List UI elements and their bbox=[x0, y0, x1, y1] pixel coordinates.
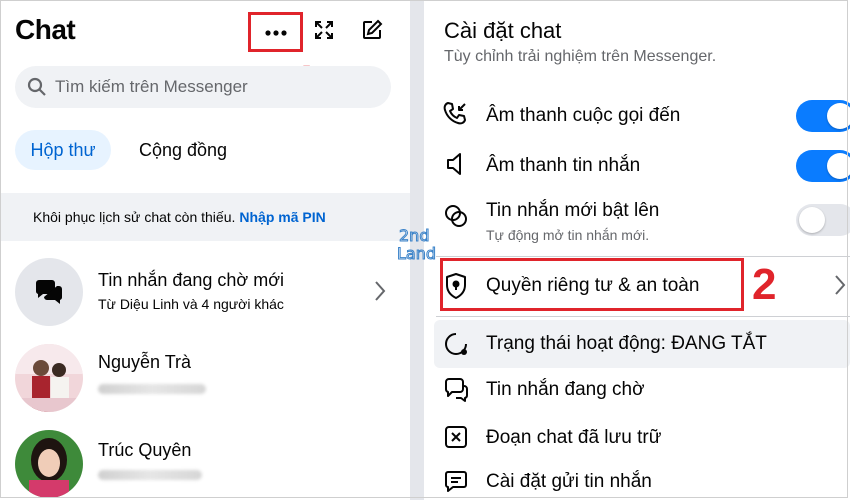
setting-label: Âm thanh cuộc gọi đến bbox=[486, 105, 681, 126]
setting-label: Cài đặt gửi tin nhắn bbox=[486, 471, 652, 492]
compose-button[interactable] bbox=[354, 14, 390, 50]
chevron-right-icon bbox=[374, 280, 386, 307]
message-sound-toggle[interactable] bbox=[796, 150, 850, 182]
restore-history-banner: Khôi phục lịch sử chat còn thiếu. Nhập m… bbox=[0, 193, 410, 241]
conversation-nguyen-tra[interactable]: Nguyễn Trà bbox=[0, 342, 410, 414]
avatar bbox=[15, 344, 83, 412]
tab-inbox[interactable]: Hộp thư bbox=[15, 130, 111, 170]
search-bar[interactable]: Tìm kiếm trên Messenger bbox=[15, 66, 391, 108]
chevron-right-icon bbox=[834, 274, 846, 301]
settings-subtitle: Tùy chỉnh trải nghiệm trên Messenger. bbox=[444, 48, 717, 65]
incoming-call-icon bbox=[442, 100, 470, 128]
enter-pin-link[interactable]: Nhập mã PIN bbox=[239, 209, 325, 225]
2ndland-watermark-logo: 2nd Land bbox=[396, 224, 452, 264]
conversation-name: Tin nhắn đang chờ mới bbox=[98, 270, 285, 290]
tab-communities[interactable]: Cộng đồng bbox=[123, 130, 243, 170]
status-icon bbox=[442, 330, 470, 358]
more-button-highlight bbox=[248, 12, 303, 52]
setting-message-requests[interactable]: Tin nhắn đang chờ bbox=[424, 370, 850, 410]
archive-icon bbox=[442, 423, 470, 451]
chat-list-panel: Chat 1 Tìm kiếm trên Messenger Hộp thư C… bbox=[0, 0, 410, 500]
restore-text: Khôi phục lịch sử chat còn thiếu. bbox=[33, 209, 236, 225]
chat-title: Chat bbox=[15, 14, 76, 45]
expand-icon bbox=[313, 19, 335, 46]
message-request-icon bbox=[442, 376, 470, 404]
blurred-preview bbox=[98, 470, 202, 480]
setting-archived-chats[interactable]: Đoạn chat đã lưu trữ bbox=[424, 418, 850, 458]
setting-message-sound: Âm thanh tin nhắn bbox=[424, 146, 850, 186]
settings-title: Cài đặt chat bbox=[444, 18, 562, 43]
setting-label: Đoạn chat đã lưu trữ bbox=[486, 427, 662, 448]
setting-hint: Tự động mở tin nhắn mới. bbox=[486, 227, 650, 243]
search-icon bbox=[27, 77, 47, 97]
chat-settings-panel: Cài đặt chat Tùy chỉnh trải nghiệm trên … bbox=[424, 0, 850, 500]
setting-label: Tin nhắn đang chờ bbox=[486, 379, 645, 400]
conversation-truc-quyen[interactable]: Trúc Quyên bbox=[0, 428, 410, 500]
message-settings-icon bbox=[442, 468, 470, 496]
callout-number-2: 2 bbox=[752, 260, 777, 309]
setting-incoming-call-sound: Âm thanh cuộc gọi đến bbox=[424, 96, 850, 136]
setting-message-delivery[interactable]: Cài đặt gửi tin nhắn bbox=[424, 464, 850, 500]
chat-bubbles-icon bbox=[15, 258, 83, 326]
setting-active-status[interactable]: Trạng thái hoạt động: ĐANG TẮT bbox=[424, 320, 850, 368]
setting-label: Âm thanh tin nhắn bbox=[486, 155, 641, 176]
separator bbox=[436, 316, 850, 317]
svg-text:2nd: 2nd bbox=[399, 226, 429, 245]
compose-icon bbox=[361, 19, 383, 46]
blurred-preview bbox=[98, 384, 206, 394]
separator bbox=[436, 256, 850, 257]
conversation-name: Trúc Quyên bbox=[98, 440, 192, 460]
conversation-subtitle: Từ Diệu Linh và 4 người khác bbox=[98, 296, 284, 312]
speaker-icon bbox=[442, 150, 470, 178]
setting-label: Tin nhắn mới bật lên bbox=[486, 200, 660, 221]
setting-label: Trạng thái hoạt động: ĐANG TẮT bbox=[486, 333, 767, 354]
avatar bbox=[15, 430, 83, 498]
new-message-popup-toggle[interactable] bbox=[796, 204, 850, 236]
expand-button[interactable] bbox=[306, 14, 342, 50]
search-placeholder: Tìm kiếm trên Messenger bbox=[55, 77, 248, 96]
privacy-highlight bbox=[440, 258, 744, 311]
svg-text:Land: Land bbox=[397, 244, 436, 263]
conversation-name: Nguyễn Trà bbox=[98, 352, 192, 372]
setting-new-message-popup: Tin nhắn mới bật lên Tự động mở tin nhắn… bbox=[424, 196, 850, 248]
incoming-call-sound-toggle[interactable] bbox=[796, 100, 850, 132]
conversation-message-requests[interactable]: Tin nhắn đang chờ mới Từ Diệu Linh và 4 … bbox=[0, 256, 410, 328]
